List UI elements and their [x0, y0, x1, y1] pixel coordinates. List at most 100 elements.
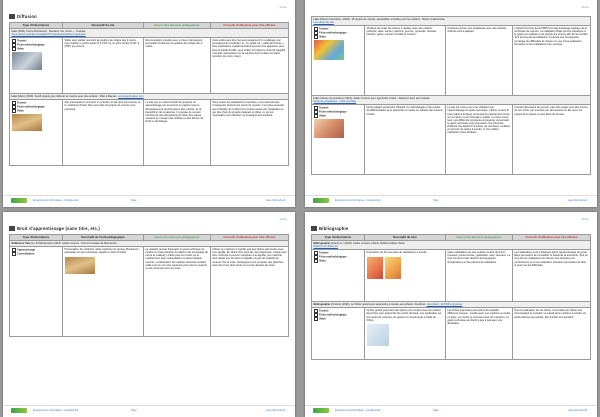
checkbox-video[interactable]: Vidéo — [314, 317, 363, 321]
reference-link[interactable]: coutureanimation.com — [118, 95, 144, 98]
resource-table: Type d'informations Descriptif du livre … — [311, 233, 592, 361]
resource-thumbnail — [313, 40, 344, 61]
resource-thumbnail — [11, 114, 42, 132]
footer-left: Enseignement informatique - Fondamental — [33, 409, 79, 412]
reference-cell: Lien (Marie's Favorites). (2020). 15 pro… — [311, 15, 591, 27]
resource-thumbnail — [64, 257, 95, 275]
footer-site[interactable]: www.cfwb.be/pedl — [266, 199, 285, 202]
page-footer: Enseignement informatique - Fondamental … — [305, 405, 597, 415]
footer-page: Page — [131, 409, 137, 412]
table-row: Tutoriel Fiche méthodologique Vidéo Fich… — [311, 104, 592, 176]
document-page-1: Fiche Diffusion Type d'informations Desc… — [3, 0, 295, 207]
footer-page: Page — [433, 199, 439, 202]
header-note: Fiche — [279, 217, 287, 221]
footer-left: Enseignement informatique - Fondamental — [335, 199, 381, 202]
type-cell: Tutoriel Fiche méthodologique Vidéo — [311, 104, 365, 176]
type-cell: Apprentissage Consolidation — [9, 246, 63, 338]
checkbox-video[interactable]: Vidéo — [314, 35, 363, 39]
advice-cell: Utiliser ce matériel ne signifie pas que… — [209, 246, 290, 338]
reference-row: Lien (Oiseau de coutures) (2021). Atelie… — [311, 95, 591, 106]
footer-page: Page — [131, 199, 137, 202]
page-footer: Enseignement informatique - Fondamental … — [3, 195, 295, 205]
assets-cell: Le site est conçu pour une utilisation p… — [444, 104, 513, 176]
advice-cell: Pour la réalisation de ces fiches, il es… — [511, 307, 592, 361]
advice-cell: Il serait intéressant de pouvoir créer d… — [511, 104, 592, 176]
book-cover-image — [366, 257, 383, 280]
footer-site[interactable]: www.cfwb.be/pedl — [266, 409, 285, 412]
resource-thumbnail — [366, 323, 389, 346]
table-row: Tutoriel Fiche méthodologique Vidéo Prop… — [311, 249, 592, 303]
description-cell: Fiche rédigée présentant l'objectif, la … — [364, 104, 446, 176]
footer-site[interactable]: www.cfwb.be/pedl — [568, 409, 587, 412]
footer-site[interactable]: www.cfwb.be/pedl — [568, 199, 587, 202]
checkbox-video[interactable]: Vidéo — [314, 114, 363, 118]
reference-link[interactable]: Fiche de préparation : coton à broder — [314, 100, 357, 103]
description-cell: Fichier gratuit proposant des pistes pou… — [364, 307, 446, 361]
footer-page: Page — [433, 409, 439, 412]
resource-table: Lien (Marie's Favorites). (2020). 15 pro… — [311, 15, 592, 176]
section-title-text: Diffusion — [17, 14, 37, 19]
table-row: Apprentissage Consolidation Présentation… — [9, 246, 290, 338]
header-note: Fiche — [279, 5, 287, 9]
reference-link[interactable]: Éditions de référence — [314, 245, 339, 248]
footer-logo — [11, 198, 27, 203]
resource-thumbnail — [313, 119, 344, 139]
type-cell: Tutoriel Fiche méthodologique Vidéo — [9, 37, 63, 95]
advice-cell: Les réalisations sont à effectuer après … — [511, 249, 592, 303]
header-note: Fiche — [581, 217, 589, 221]
assets-cell: Certaines pièces sont expliquées avec de… — [444, 25, 513, 97]
book-covers — [366, 256, 444, 281]
section-title-text: Bibliographie — [319, 226, 349, 231]
table-row: Tutoriel Fiche méthodologique Vidéo Fich… — [311, 307, 592, 361]
footer-left: Enseignement informatique - Fondamental — [33, 199, 79, 202]
description-cell: Proposition de 20 exemples de réalisatio… — [364, 249, 446, 303]
section-title: Diffusion — [9, 14, 37, 20]
advice-cell: Cette vidéo peut être fort accompagnée d… — [209, 37, 290, 95]
assets-cell: Le matériel permet d'acquérir le geste t… — [142, 246, 211, 338]
document-page-2: Fiche Lien (Marie's Favorites). (2020). … — [305, 0, 597, 207]
reference-link[interactable]: https://www.youtube.com/watch?v=montesso… — [12, 33, 86, 36]
page-footer: Enseignement informatique - Fondamental … — [305, 195, 597, 205]
checkbox-video[interactable]: Vidéo — [12, 47, 61, 51]
resource-table: Type d'informations Descriptif du site A… — [9, 21, 290, 167]
reference-row: Lien (Marie's Favorites). (2020). 15 pro… — [311, 15, 591, 27]
description-cell: Présentation de matériels, idées inspiré… — [62, 246, 144, 338]
reference-cell: Lien (Oiseau de coutures) (2021). Atelie… — [311, 95, 591, 106]
assets-cell: Les fiches proposées permettent de trava… — [444, 307, 513, 361]
resource-thumbnail — [11, 52, 42, 71]
reference-cell: Lien (2020). Pierre Montessori : Dessine… — [9, 28, 289, 39]
page-footer: Enseignement informatique - Fondamental … — [3, 405, 295, 415]
resource-table: Type d'informations Descriptif de l'outi… — [9, 233, 290, 338]
section-title: Bruit d'apprentissage (sans titre, etc.) — [9, 226, 100, 232]
title-icon — [9, 226, 15, 232]
document-page-3: Fiche Bruit d'apprentissage (sans titre,… — [3, 212, 295, 417]
title-icon — [9, 14, 15, 20]
checkbox-video[interactable]: Vidéo — [12, 109, 61, 113]
footer-logo — [313, 408, 329, 413]
footer-logo — [11, 408, 27, 413]
document-page-4: Fiche Bibliographie Type d'informations … — [305, 212, 597, 417]
type-cell: Tutoriel Fiche méthodologique Vidéo — [9, 99, 63, 167]
assets-cell: Démonstration visuelle avec un focus tra… — [142, 37, 211, 95]
advice-cell: L'objectif premier de la PMPP est l'appr… — [511, 25, 592, 97]
reference-row: Lien (2020). Pierre Montessori : Dessine… — [9, 28, 289, 39]
checkbox-consolidation[interactable]: Consolidation — [12, 252, 61, 256]
reference-link[interactable]: Lien direct du site — [314, 21, 334, 24]
checkbox-video[interactable]: Vidéo — [314, 259, 363, 263]
table-row: Tutoriel Fiche méthodologique Vidéo Site… — [9, 99, 290, 167]
book-cover-image — [384, 257, 401, 280]
assets-cell: Le site met en avant l'intérêt de propos… — [142, 99, 211, 167]
table-row: Tutoriel Fiche méthodologique Vidéo Vidé… — [9, 37, 290, 95]
reference-cell: Bibliographie (Grand, E.) (2020). Atelie… — [311, 240, 591, 251]
table-row: Tutoriel Fiche méthodologique Vidéo 15 i… — [311, 25, 592, 97]
advice-cell: Sous toutes les réalisations proposées, … — [209, 99, 290, 167]
reference-link[interactable]: Lien direct : kit PDF à imprimer — [427, 303, 463, 306]
description-cell: 15 idées de projet de couture à réaliser… — [364, 25, 446, 97]
section-title-text: Bruit d'apprentissage (sans titre, etc.) — [17, 226, 100, 231]
description-cell: Site présentant le comment s'y prendre, … — [62, 99, 144, 167]
footer-logo — [313, 198, 329, 203]
header-note: Fiche — [581, 5, 589, 9]
assets-cell: Idées réalisables par des enfants à part… — [444, 249, 513, 303]
footer-left: Enseignement informatique - Fondamental — [335, 409, 381, 412]
title-icon — [311, 226, 317, 232]
